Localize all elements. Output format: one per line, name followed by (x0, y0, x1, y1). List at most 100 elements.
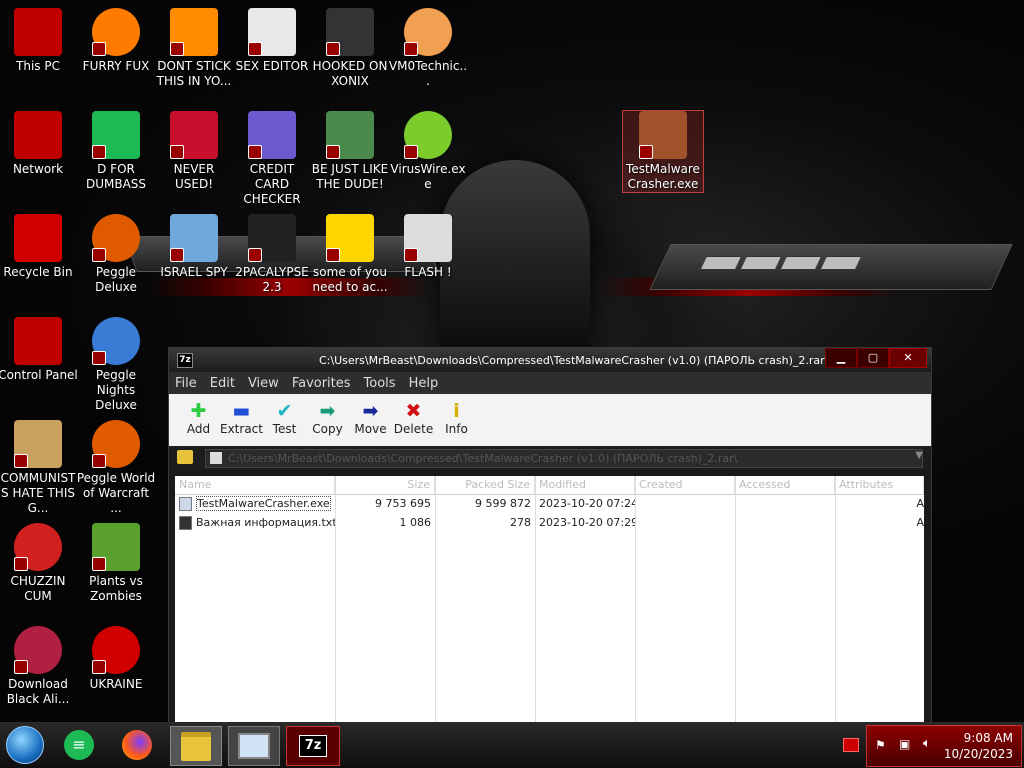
chat-bubble-icon (92, 111, 140, 159)
path-field[interactable]: C:\Users\MrBeast\Downloads\Compressed\Te… (205, 449, 923, 468)
move-button[interactable]: ➡ Move (349, 394, 392, 436)
table-row[interactable]: TestMalwareCrasher.exe 9 753 695 9 599 872… (175, 495, 924, 514)
add-button[interactable]: ✚ Add (177, 394, 220, 436)
desktop-icon[interactable]: TestMalwareCrasher.exe (622, 110, 704, 193)
desktop-icon[interactable]: FURRY FUX (76, 8, 156, 74)
desktop-icon[interactable]: HOOKED ON XONIX (310, 8, 390, 89)
desktop-icon[interactable]: COMMUNISTS HATE THIS G... (0, 420, 78, 516)
desktop-icon[interactable]: D FOR DUMBASS (76, 111, 156, 192)
sevenzip-icon: 7z (299, 735, 327, 757)
file-name: TestMalwareCrasher.exe (196, 496, 331, 511)
desktop-icon[interactable]: 2PACALYPSE 2.3 (232, 214, 312, 295)
file-attr: A (916, 497, 924, 510)
desktop-icon-label: TestMalwareCrasher.exe (626, 162, 700, 191)
column-name[interactable]: Name (175, 476, 335, 494)
network-icon (14, 111, 62, 159)
file-size: 9 753 695 (375, 497, 431, 510)
menu-edit[interactable]: Edit (210, 376, 235, 391)
desktop-icon[interactable]: DONT STICK THIS IN YO... (154, 8, 234, 89)
desktop-icon[interactable]: SEX EDITOR (232, 8, 312, 74)
info-button[interactable]: i Info (435, 394, 478, 436)
column-accessed[interactable]: Accessed (735, 476, 835, 494)
desktop-icon[interactable]: Peggle Deluxe (76, 214, 156, 295)
desktop-icon[interactable]: Network (0, 111, 78, 177)
firefox-icon (122, 730, 152, 760)
desktop-icon[interactable]: Recycle Bin (0, 214, 78, 280)
copy-button[interactable]: ➡ Copy (306, 394, 349, 436)
extract-button[interactable]: ▬ Extract (220, 394, 263, 436)
column-header-row: Name Size Packed Size Modified Created A… (175, 476, 924, 495)
desktop-icon[interactable]: FLASH ! (388, 214, 468, 280)
network-icon[interactable]: ▣ (899, 737, 910, 751)
file-modified: 2023-10-20 07:24 (539, 497, 635, 510)
file-packed: 278 (510, 516, 531, 529)
desktop-icon-label: FURRY FUX (82, 59, 150, 73)
file-name: Важная информация.txt (196, 516, 335, 529)
desktop-icon[interactable]: VirusWire.exe (388, 111, 468, 192)
desktop-icon[interactable]: Peggle World of Warcraft ... (76, 420, 156, 516)
taskbar-firefox[interactable] (116, 726, 158, 764)
text-file-icon (179, 516, 192, 530)
desktop-icon[interactable]: Peggle Nights Deluxe (76, 317, 156, 413)
desktop-icon[interactable]: BE JUST LIKE THE DUDE! (310, 111, 390, 192)
desktop-icon-label: Peggle Nights Deluxe (95, 368, 137, 412)
column-created[interactable]: Created (635, 476, 735, 494)
desktop-icon-label: BE JUST LIKE THE DUDE! (311, 162, 389, 191)
delete-button[interactable]: ✖ Delete (392, 394, 435, 436)
clock-time: 9:08 AM (963, 731, 1013, 745)
clock[interactable]: 9:08 AM 10/20/2023 (944, 730, 1013, 762)
menu-favorites[interactable]: Favorites (292, 376, 351, 391)
desktop-icon[interactable]: Plants vs Zombies (76, 523, 156, 604)
credit-card-icon (248, 111, 296, 159)
desktop-icon-label: VirusWire.exe (390, 162, 466, 191)
close-button[interactable]: ✕ (889, 348, 927, 368)
desktop-icon-label: VM0Technic... (388, 59, 468, 88)
desktop-icon-label: Control Panel (0, 368, 78, 382)
path-text: C:\Users\MrBeast\Downloads\Compressed\Te… (228, 452, 738, 465)
copy-arrow-icon: ➡ (319, 400, 336, 422)
minimize-button[interactable]: ▁ (825, 348, 857, 368)
desktop-icon[interactable]: ISRAEL SPY (154, 214, 234, 280)
column-attributes[interactable]: Attributes (835, 476, 924, 494)
title-bar[interactable]: 7z C:\Users\MrBeast\Downloads\Compressed… (169, 348, 931, 372)
taskbar-chat-app[interactable]: ≡ (58, 726, 100, 764)
desktop-icon-label: Recycle Bin (3, 265, 73, 279)
chevron-down-icon[interactable]: ▼ (915, 450, 923, 461)
table-row[interactable]: Важная информация.txt 1 086 278 2023-10-20 … (175, 514, 924, 533)
desktop-icon[interactable]: VM0Technic... (388, 8, 468, 89)
desktop-icon[interactable]: Download Black Ali... (0, 626, 78, 707)
column-size[interactable]: Size (335, 476, 435, 494)
winrar-archive-icon (639, 111, 687, 159)
desktop-icon[interactable]: This PC (0, 8, 78, 74)
firefox-icon (92, 8, 140, 56)
desktop-icon-label: UKRAINE (89, 677, 143, 691)
volume-icon[interactable]: 🔈︎ (923, 736, 931, 751)
toolbar-button-label: Delete (393, 422, 434, 436)
chat-bubble-icon: ≡ (64, 730, 94, 760)
file-rows: TestMalwareCrasher.exe 9 753 695 9 599 872… (175, 495, 924, 533)
desktop-icon[interactable]: Control Panel (0, 317, 78, 383)
control-panel-icon (14, 317, 62, 365)
desktop-icon[interactable]: UKRAINE (76, 626, 156, 692)
menu-help[interactable]: Help (409, 376, 439, 391)
taskbar-7zip[interactable]: 7z (286, 726, 340, 766)
tray-overflow[interactable] (840, 726, 862, 764)
column-packed-size[interactable]: Packed Size (435, 476, 535, 494)
desktop-icon[interactable]: some of you need to ac... (310, 214, 390, 295)
flag-icon[interactable]: ⚑ (875, 738, 886, 752)
maximize-button[interactable]: ▢ (857, 348, 889, 368)
menu-view[interactable]: View (248, 376, 279, 391)
menu-file[interactable]: File (175, 376, 197, 391)
folder-up-icon[interactable] (177, 450, 193, 464)
toolbar-button-label: Add (186, 422, 211, 436)
taskbar-file-explorer[interactable] (170, 726, 222, 766)
column-modified[interactable]: Modified (535, 476, 635, 494)
desktop-icon[interactable]: CHUZZIN CUM (0, 523, 78, 604)
shortcut-arrow-icon (248, 42, 262, 56)
start-button[interactable] (4, 726, 46, 764)
desktop-icon[interactable]: CREDIT CARD CHECKER (232, 111, 312, 207)
desktop-icon[interactable]: NEVER USED! (154, 111, 234, 192)
taskbar-performance-monitor[interactable] (228, 726, 280, 766)
test-button[interactable]: ✔ Test (263, 394, 306, 436)
menu-tools[interactable]: Tools (364, 376, 396, 391)
